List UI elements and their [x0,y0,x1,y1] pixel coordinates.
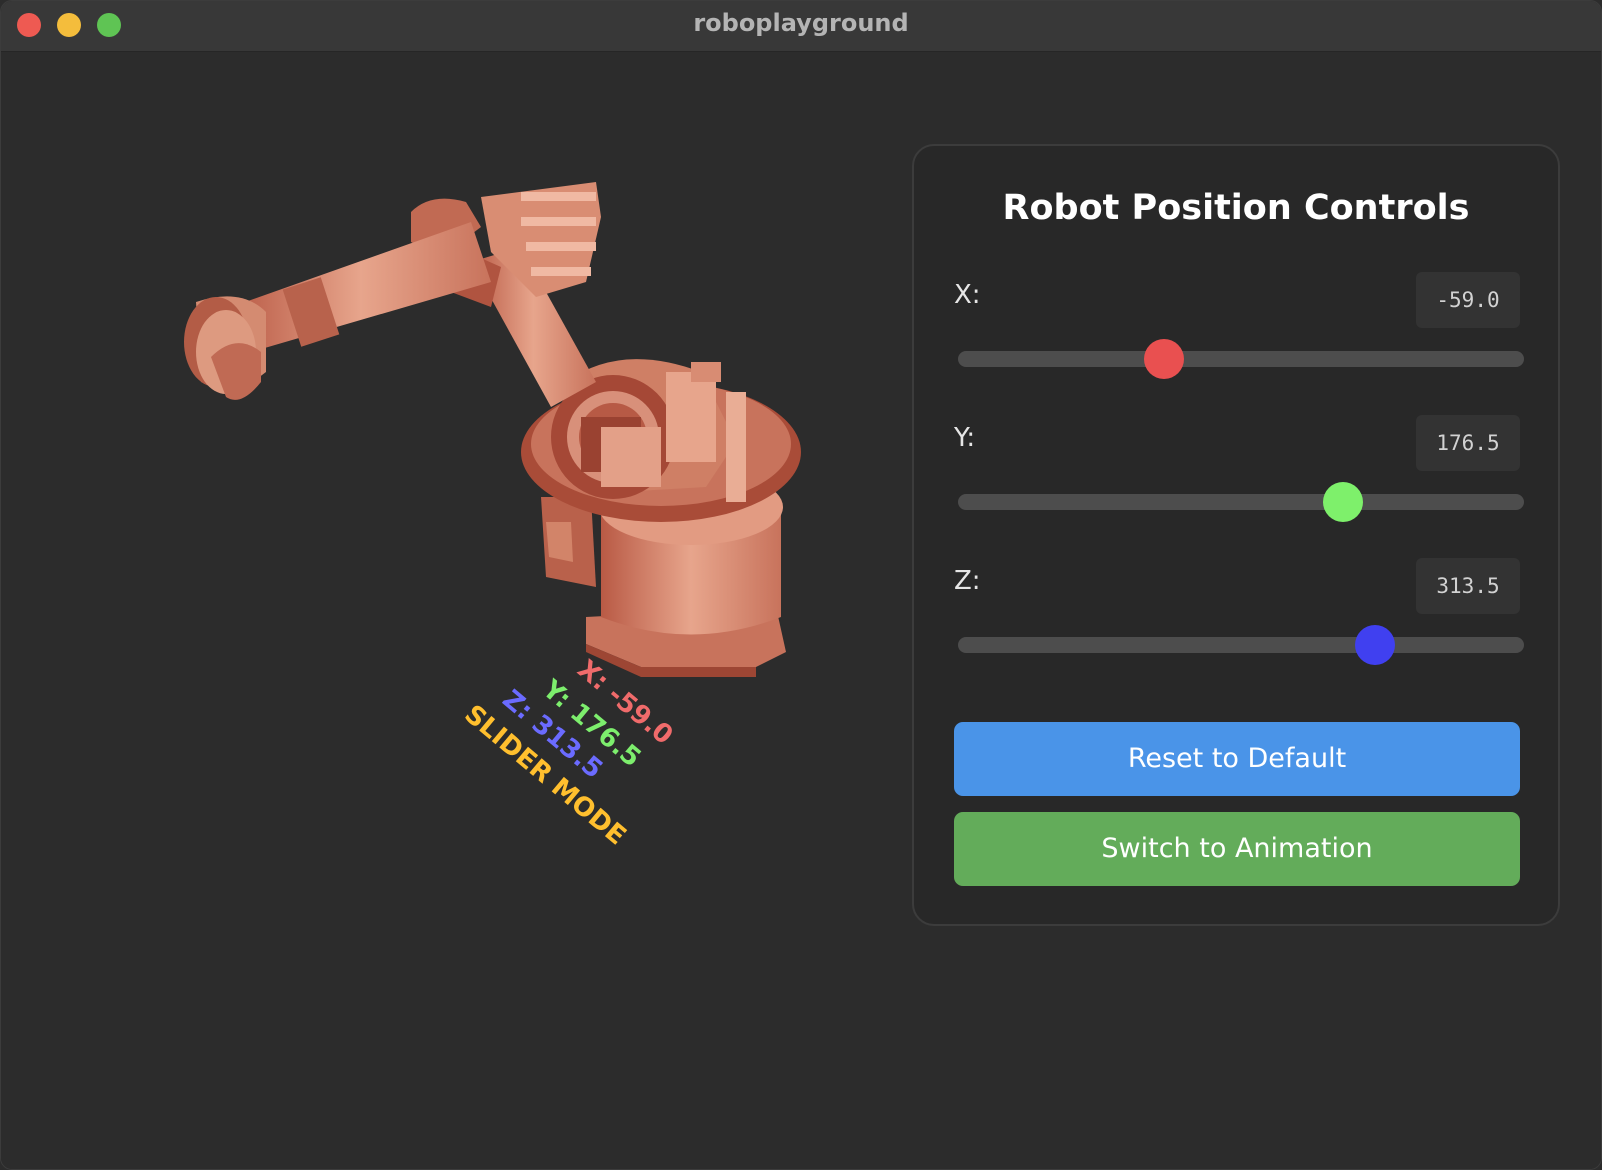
x-slider[interactable] [958,339,1524,379]
app-window: roboplayground X: -59.0 Y: 176.5 Z: 313.… [0,0,1602,1170]
title-bar: roboplayground [1,1,1601,52]
y-slider[interactable] [958,482,1524,522]
y-label: Y: [954,423,976,453]
x-slider-thumb[interactable] [1144,339,1185,379]
x-value-field[interactable]: -59.0 [1416,272,1520,328]
switch-to-animation-button[interactable]: Switch to Animation [954,812,1520,886]
reset-button[interactable]: Reset to Default [954,722,1520,796]
3d-viewport[interactable]: X: -59.0 Y: 176.5 Z: 313.5 SLIDER MODE R… [1,52,1601,1170]
controls-panel: Robot Position Controls X: -59.0 Y: 176.… [912,144,1560,926]
window-title: roboplayground [693,9,909,37]
y-value-field[interactable]: 176.5 [1416,415,1520,471]
z-slider[interactable] [958,625,1524,665]
panel-title: Robot Position Controls [1002,188,1470,228]
robot-scene[interactable]: X: -59.0 Y: 176.5 Z: 313.5 SLIDER MODE [1,52,901,1170]
z-slider-thumb[interactable] [1355,625,1396,665]
x-label: X: [954,280,981,310]
y-slider-thumb[interactable] [1322,482,1363,522]
z-value-field[interactable]: 313.5 [1416,558,1520,614]
z-label: Z: [954,566,981,596]
axis-text-labels: X: -59.0 Y: 176.5 Z: 313.5 SLIDER MODE [459,654,679,851]
